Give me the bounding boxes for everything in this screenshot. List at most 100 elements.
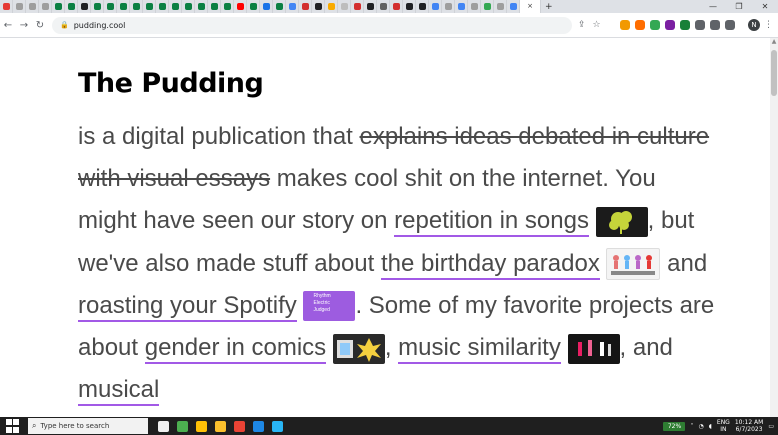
extension-icon[interactable]: [710, 20, 720, 30]
close-tab-icon[interactable]: ×: [527, 3, 533, 10]
tab-favicon-icon: [275, 3, 283, 10]
taskbar-app-icon[interactable]: [253, 420, 264, 432]
bookmark-star-icon[interactable]: ☆: [593, 20, 601, 30]
extension-icon[interactable]: [725, 20, 735, 30]
taskbar-app-icon[interactable]: [272, 420, 283, 432]
browser-tab[interactable]: [130, 0, 143, 13]
browser-tab[interactable]: [286, 0, 299, 13]
scrollbar-thumb[interactable]: [771, 50, 777, 96]
browser-tab[interactable]: [143, 0, 156, 13]
browser-tab[interactable]: [78, 0, 91, 13]
browser-tab[interactable]: [507, 0, 520, 13]
browser-tab[interactable]: [26, 0, 39, 13]
browser-tab[interactable]: [195, 0, 208, 13]
browser-tab[interactable]: [247, 0, 260, 13]
browser-tab[interactable]: [312, 0, 325, 13]
tab-favicon-icon: [210, 3, 218, 10]
taskbar-app-icon[interactable]: [196, 420, 207, 432]
profile-avatar[interactable]: N: [748, 19, 760, 31]
menu-kebab-icon[interactable]: ⋮: [764, 20, 773, 30]
browser-tab[interactable]: [377, 0, 390, 13]
browser-tab[interactable]: [0, 0, 13, 13]
browser-tab[interactable]: [390, 0, 403, 13]
taskbar-app-icon[interactable]: [215, 420, 226, 432]
window-controls: — ❐ ✕: [700, 0, 778, 13]
extension-icon[interactable]: [650, 20, 660, 30]
link-birthday-paradox[interactable]: the birthday paradox: [381, 249, 600, 280]
browser-tab[interactable]: [169, 0, 182, 13]
browser-tab[interactable]: [156, 0, 169, 13]
address-bar[interactable]: 🔒 pudding.cool: [52, 16, 572, 34]
browser-tab[interactable]: [39, 0, 52, 13]
browser-tab[interactable]: [65, 0, 78, 13]
music-thumbnail[interactable]: [567, 333, 620, 364]
browser-tab[interactable]: [364, 0, 377, 13]
browser-tab[interactable]: [299, 0, 312, 13]
browser-tab[interactable]: [455, 0, 468, 13]
active-tab[interactable]: ×: [520, 0, 541, 13]
browser-tab[interactable]: [351, 0, 364, 13]
link-musical[interactable]: musical: [78, 376, 160, 407]
browser-tab[interactable]: [442, 0, 455, 13]
browser-tab[interactable]: [481, 0, 494, 13]
taskbar-search-box[interactable]: ⌕ Type here to search: [28, 418, 148, 434]
browser-tab[interactable]: [91, 0, 104, 13]
extension-icon[interactable]: [665, 20, 675, 30]
browser-tab[interactable]: [403, 0, 416, 13]
browser-tab[interactable]: [494, 0, 507, 13]
tab-favicon-icon: [93, 3, 101, 10]
close-window-button[interactable]: ✕: [752, 0, 778, 13]
birthday-thumbnail[interactable]: [606, 248, 661, 281]
extension-icon[interactable]: [695, 20, 705, 30]
browser-tab[interactable]: [273, 0, 286, 13]
text-span: is a digital publication that: [78, 123, 360, 150]
link-music-similarity[interactable]: music similarity: [398, 334, 561, 365]
browser-tab[interactable]: [325, 0, 338, 13]
browser-tab[interactable]: [221, 0, 234, 13]
browser-tab[interactable]: [338, 0, 351, 13]
taskbar-app-icon[interactable]: [158, 420, 169, 432]
browser-tab[interactable]: [182, 0, 195, 13]
spotify-thumbnail[interactable]: Rhythm Electric Judged: [303, 291, 356, 322]
browser-tab[interactable]: [104, 0, 117, 13]
windows-start-icon[interactable]: [6, 419, 20, 433]
maximize-button[interactable]: ❐: [726, 0, 752, 13]
extension-icon[interactable]: [635, 20, 645, 30]
browser-tab[interactable]: [13, 0, 26, 13]
share-icon[interactable]: ⇪: [578, 20, 586, 30]
browser-tab[interactable]: [117, 0, 130, 13]
taskbar-app-icon[interactable]: [234, 420, 245, 432]
forward-icon[interactable]: →: [16, 20, 32, 31]
comics-thumbnail[interactable]: [332, 333, 385, 364]
battery-indicator[interactable]: 72%: [663, 421, 686, 431]
clock[interactable]: 10:12 AM 6/7/2023: [735, 419, 763, 433]
browser-tab[interactable]: [208, 0, 221, 13]
browser-tab[interactable]: [234, 0, 247, 13]
minimize-button[interactable]: —: [700, 0, 726, 13]
link-gender-in-comics[interactable]: gender in comics: [144, 334, 327, 365]
scroll-up-icon[interactable]: ▲: [770, 38, 778, 45]
browser-tab[interactable]: [52, 0, 65, 13]
extension-icon[interactable]: [620, 20, 630, 30]
notification-icon[interactable]: ▭: [768, 423, 774, 430]
chevron-up-icon[interactable]: ˄: [690, 423, 693, 430]
wifi-icon[interactable]: ◔: [698, 423, 703, 430]
reload-icon[interactable]: ↻: [32, 20, 48, 31]
language-indicator[interactable]: ENG IN: [717, 419, 730, 433]
repetition-thumbnail[interactable]: [595, 207, 648, 238]
vertical-scrollbar[interactable]: ▲: [770, 38, 778, 417]
browser-tab[interactable]: [260, 0, 273, 13]
link-roasting-spotify[interactable]: roasting your Spotify: [78, 291, 297, 322]
browser-tab[interactable]: [468, 0, 481, 13]
tab-favicon-icon: [197, 3, 205, 10]
volume-icon[interactable]: ◖: [709, 423, 712, 430]
link-repetition-in-songs[interactable]: repetition in songs: [394, 207, 589, 238]
back-icon[interactable]: ←: [0, 20, 16, 31]
taskbar-app-icon[interactable]: [177, 420, 188, 432]
new-tab-button[interactable]: +: [545, 2, 553, 12]
browser-tab[interactable]: [416, 0, 429, 13]
intro-paragraph: is a digital publication that explains i…: [78, 116, 718, 411]
extension-icon[interactable]: [680, 20, 690, 30]
tab-favicon-icon: [496, 3, 504, 10]
browser-tab[interactable]: [429, 0, 442, 13]
